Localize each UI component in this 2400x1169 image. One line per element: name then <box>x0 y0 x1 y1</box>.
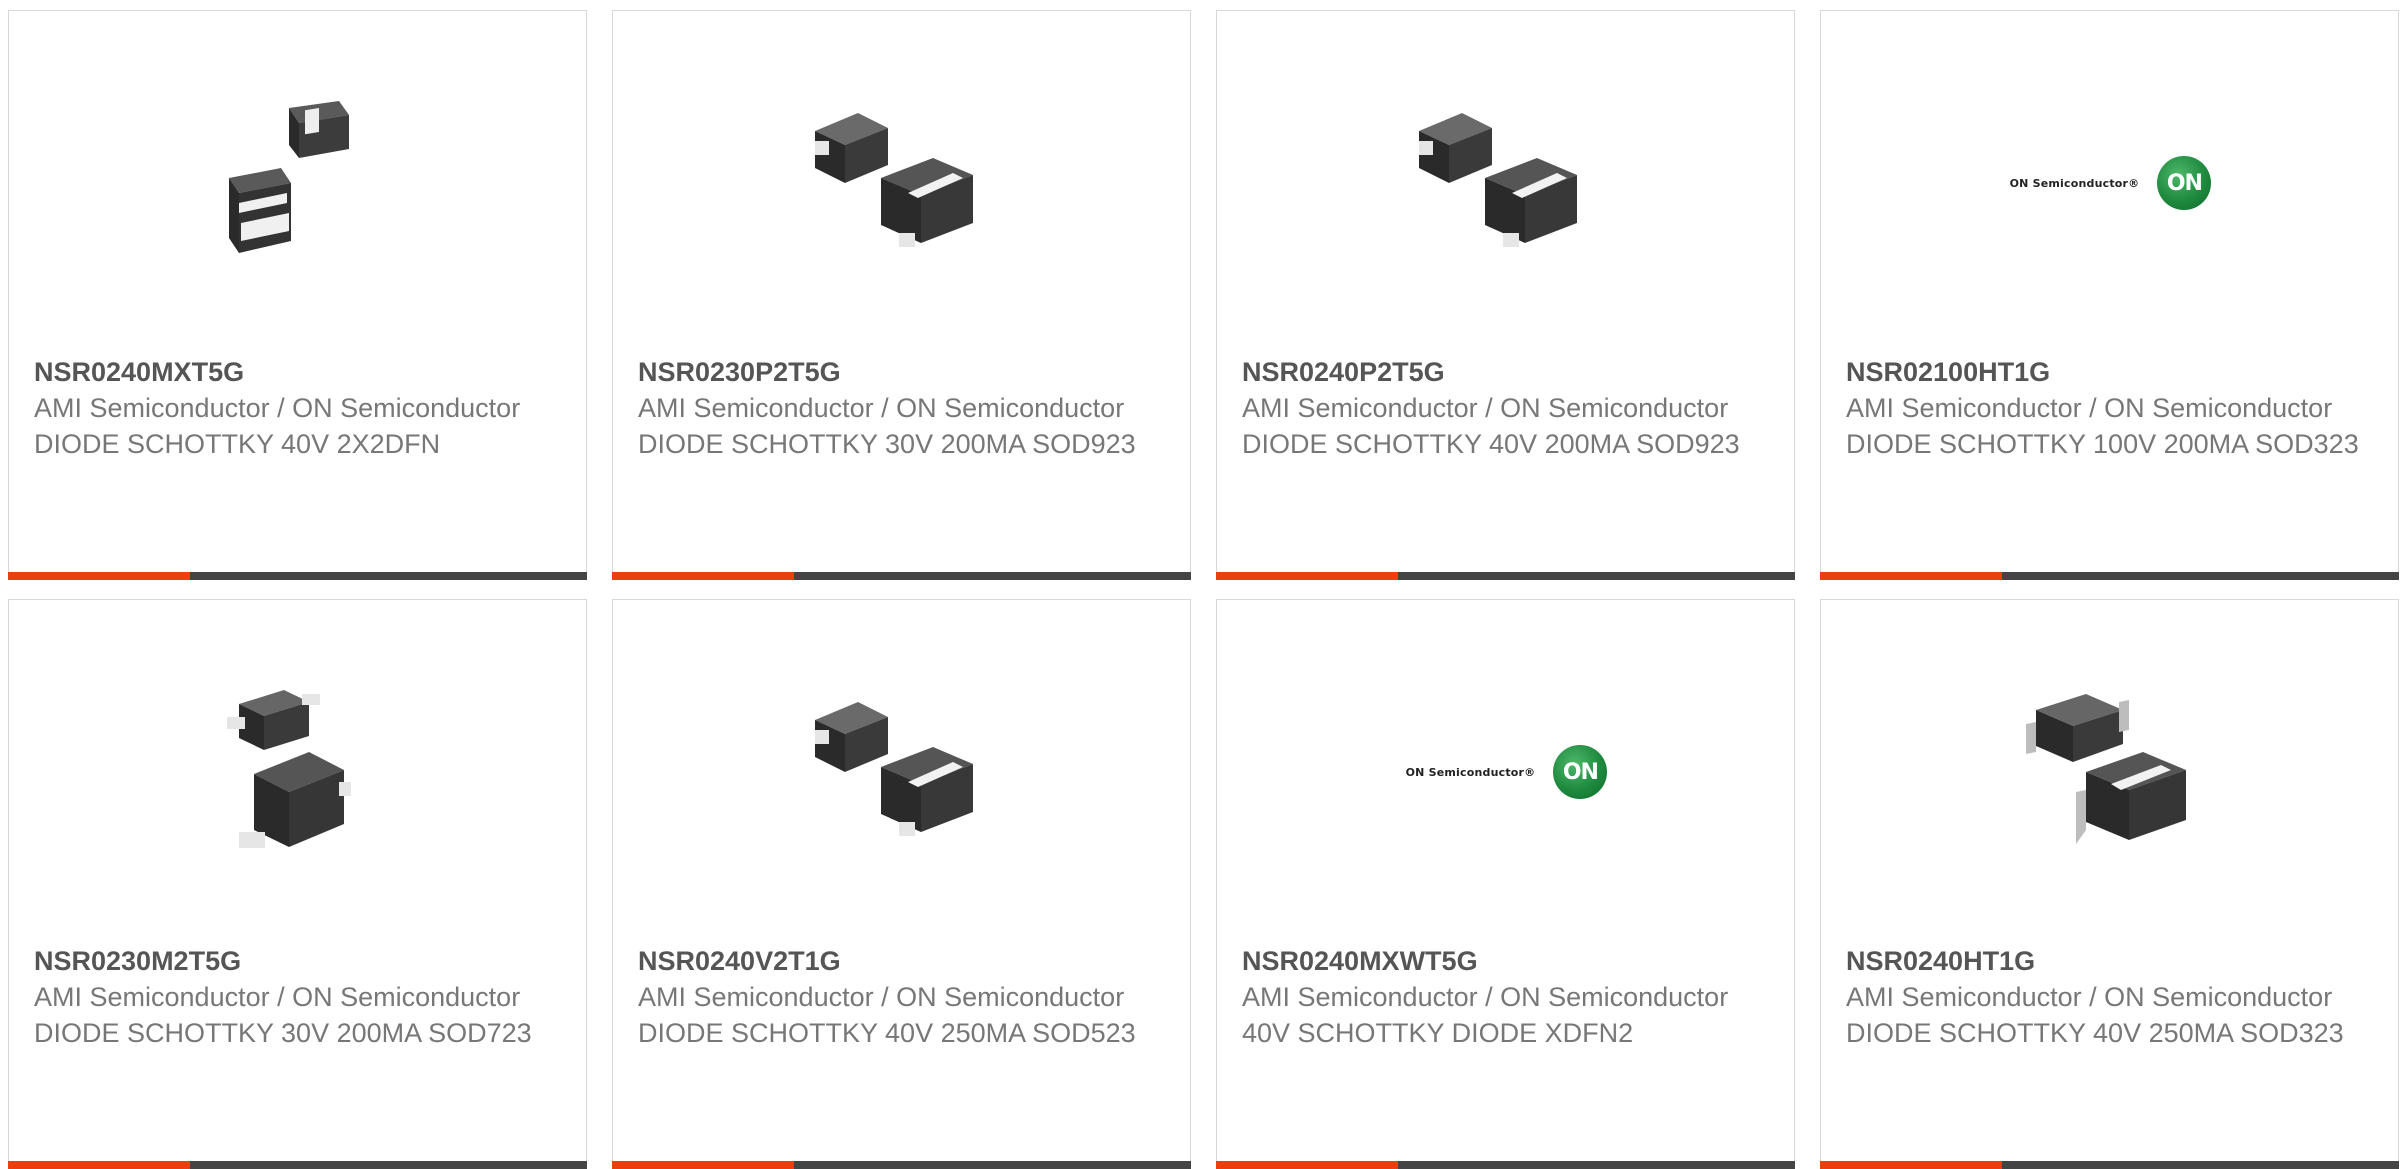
on-semiconductor-wordmark: ON Semiconductor® <box>1405 765 1536 779</box>
product-card[interactable]: NSR0240V2T1G AMI Semiconductor / ON Semi… <box>612 599 1191 1169</box>
card-bottom-bar <box>612 1161 1191 1169</box>
product-card[interactable]: NSR0230M2T5G AMI Semiconductor / ON Semi… <box>8 599 587 1169</box>
product-info: NSR0240V2T1G AMI Semiconductor / ON Semi… <box>638 943 1158 1051</box>
sod-diode-package-image[interactable] <box>1404 83 1609 283</box>
on-logo-icon: ON <box>2157 156 2212 210</box>
product-card[interactable]: NSR0240HT1G AMI Semiconductor / ON Semic… <box>1820 599 2399 1169</box>
manufacturer-name: AMI Semiconductor / ON Semiconductor <box>34 393 521 423</box>
product-card[interactable]: ON Semiconductor® ON NSR0240MXWT5G AMI S… <box>1216 599 1795 1169</box>
card-accent-bar <box>1216 572 1398 580</box>
part-number-link[interactable]: NSR0240MXWT5G <box>1242 943 1762 979</box>
card-bottom-bar <box>1820 572 2399 580</box>
manufacturer-name: AMI Semiconductor / ON Semiconductor <box>638 393 1125 423</box>
sod-diode-package-image[interactable] <box>800 672 1005 872</box>
card-bottom-bar <box>1820 1161 2399 1169</box>
product-info: NSR02100HT1G AMI Semiconductor / ON Semi… <box>1846 354 2366 462</box>
dfn-diode-package-image[interactable] <box>196 83 401 283</box>
product-description: DIODE SCHOTTKY 100V 200MA SOD323 <box>1846 429 2359 459</box>
part-number-link[interactable]: NSR0240V2T1G <box>638 943 1158 979</box>
product-info: NSR0240MXWT5G AMI Semiconductor / ON Sem… <box>1242 943 1762 1051</box>
product-description: DIODE SCHOTTKY 30V 200MA SOD923 <box>638 429 1136 459</box>
product-card[interactable]: NSR0230P2T5G AMI Semiconductor / ON Semi… <box>612 10 1191 580</box>
card-bottom-bar <box>612 572 1191 580</box>
part-number-link[interactable]: NSR0240P2T5G <box>1242 354 1762 390</box>
card-bottom-bar <box>1216 572 1795 580</box>
product-info: NSR0230M2T5G AMI Semiconductor / ON Semi… <box>34 943 554 1051</box>
part-number-link[interactable]: NSR0230M2T5G <box>34 943 554 979</box>
product-description: DIODE SCHOTTKY 40V 2X2DFN <box>34 429 441 459</box>
card-accent-bar <box>612 1161 794 1169</box>
product-info: NSR0230P2T5G AMI Semiconductor / ON Semi… <box>638 354 1158 462</box>
product-description: 40V SCHOTTKY DIODE XDFN2 <box>1242 1018 1634 1048</box>
manufacturer-name: AMI Semiconductor / ON Semiconductor <box>638 982 1125 1012</box>
sod323-diode-package-image[interactable] <box>2008 672 2213 872</box>
manufacturer-name: AMI Semiconductor / ON Semiconductor <box>34 982 521 1012</box>
card-accent-bar <box>8 1161 190 1169</box>
manufacturer-name: AMI Semiconductor / ON Semiconductor <box>1846 982 2333 1012</box>
product-grid: NSR0240MXT5G AMI Semiconductor / ON Semi… <box>8 10 2399 1169</box>
on-semiconductor-wordmark: ON Semiconductor® <box>2009 176 2140 190</box>
part-number-link[interactable]: NSR0230P2T5G <box>638 354 1158 390</box>
product-card[interactable]: NSR0240P2T5G AMI Semiconductor / ON Semi… <box>1216 10 1795 580</box>
product-description: DIODE SCHOTTKY 30V 200MA SOD723 <box>34 1018 532 1048</box>
on-semiconductor-logo[interactable]: ON Semiconductor® ON <box>1404 672 1609 872</box>
sod-diode-package-image[interactable] <box>800 83 1005 283</box>
product-description: DIODE SCHOTTKY 40V 250MA SOD523 <box>638 1018 1136 1048</box>
card-bottom-bar <box>8 1161 587 1169</box>
product-card[interactable]: NSR0240MXT5G AMI Semiconductor / ON Semi… <box>8 10 587 580</box>
card-accent-bar <box>612 572 794 580</box>
manufacturer-name: AMI Semiconductor / ON Semiconductor <box>1242 393 1729 423</box>
product-info: NSR0240MXT5G AMI Semiconductor / ON Semi… <box>34 354 554 462</box>
on-semiconductor-logo[interactable]: ON Semiconductor® ON <box>2008 83 2213 283</box>
product-card[interactable]: ON Semiconductor® ON NSR02100HT1G AMI Se… <box>1820 10 2399 580</box>
card-bottom-bar <box>8 572 587 580</box>
card-accent-bar <box>1820 1161 2002 1169</box>
card-accent-bar <box>8 572 190 580</box>
sod723-diode-package-image[interactable] <box>196 672 401 872</box>
part-number-link[interactable]: NSR0240MXT5G <box>34 354 554 390</box>
product-info: NSR0240P2T5G AMI Semiconductor / ON Semi… <box>1242 354 1762 462</box>
manufacturer-name: AMI Semiconductor / ON Semiconductor <box>1846 393 2333 423</box>
product-info: NSR0240HT1G AMI Semiconductor / ON Semic… <box>1846 943 2366 1051</box>
card-accent-bar <box>1216 1161 1398 1169</box>
card-bottom-bar <box>1216 1161 1795 1169</box>
on-logo-icon: ON <box>1553 745 1608 799</box>
product-description: DIODE SCHOTTKY 40V 200MA SOD923 <box>1242 429 1740 459</box>
part-number-link[interactable]: NSR0240HT1G <box>1846 943 2366 979</box>
product-description: DIODE SCHOTTKY 40V 250MA SOD323 <box>1846 1018 2344 1048</box>
card-accent-bar <box>1820 572 2002 580</box>
part-number-link[interactable]: NSR02100HT1G <box>1846 354 2366 390</box>
manufacturer-name: AMI Semiconductor / ON Semiconductor <box>1242 982 1729 1012</box>
